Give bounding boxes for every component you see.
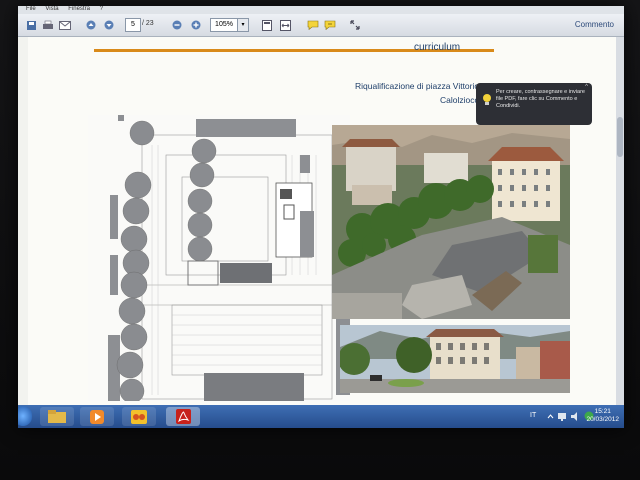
zoom-in-icon[interactable]	[189, 18, 203, 32]
volume-icon[interactable]	[571, 412, 581, 421]
menu-help[interactable]: ?	[100, 6, 103, 12]
menu-file[interactable]: File	[26, 6, 36, 12]
system-clock[interactable]: 15:21 20/03/2012	[586, 408, 619, 424]
acrobat-reader-taskbar-icon[interactable]	[166, 407, 200, 426]
aerial-photo	[332, 125, 570, 319]
site-plan-drawing	[88, 115, 350, 401]
lightbulb-icon	[483, 94, 491, 105]
page-down-icon[interactable]	[102, 18, 116, 32]
zoom-out-icon[interactable]	[170, 18, 184, 32]
start-button-icon[interactable]	[18, 406, 32, 426]
network-icon[interactable]	[558, 412, 568, 421]
menu-bar: File Vista Finestra ?	[18, 6, 624, 14]
share-tooltip[interactable]: ^ Per creare, contrassegnare e inviare f…	[476, 83, 592, 125]
menu-vista[interactable]: Vista	[45, 6, 58, 12]
comment-icon[interactable]	[306, 18, 320, 32]
page-up-icon[interactable]	[84, 18, 98, 32]
media-player-taskbar-icon[interactable]	[80, 407, 114, 426]
projected-screen: File Vista Finestra ? 5 / 23 105% ▾ Comm…	[18, 6, 624, 428]
clock-date: 20/03/2012	[586, 416, 619, 423]
street-photo	[340, 325, 570, 393]
scrollbar-thumb[interactable]	[617, 117, 623, 157]
section-label: curriculum	[414, 42, 461, 53]
tooltip-text: Per creare, contrassegnare e inviare fil…	[496, 89, 585, 109]
tray-arrow-icon[interactable]	[546, 412, 555, 421]
page-total: / 23	[142, 20, 154, 27]
pdf-toolbar: 5 / 23 105% ▾ Commento	[18, 14, 624, 37]
fit-page-icon[interactable]	[260, 18, 274, 32]
explorer-taskbar-icon[interactable]	[40, 407, 74, 426]
comment-panel-link[interactable]: Commento	[575, 20, 614, 29]
zoom-dropdown[interactable]: ▾	[237, 18, 249, 32]
messenger-taskbar-icon[interactable]	[122, 407, 156, 426]
language-indicator[interactable]: IT	[530, 412, 536, 419]
fit-width-icon[interactable]	[278, 18, 292, 32]
expand-icon[interactable]	[348, 18, 362, 32]
pdf-page: curriculum Riqualificazione di piazza Vi…	[28, 37, 618, 407]
sign-icon[interactable]	[323, 18, 337, 32]
menu-finestra[interactable]: Finestra	[68, 6, 90, 12]
vertical-scrollbar[interactable]	[616, 37, 624, 407]
page-number-input[interactable]: 5	[125, 18, 141, 32]
clock-time: 15:21	[594, 408, 611, 415]
save-icon[interactable]	[24, 18, 38, 32]
email-icon[interactable]	[58, 18, 72, 32]
zoom-level-field[interactable]: 105%	[210, 18, 238, 32]
print-icon[interactable]	[41, 18, 55, 32]
windows-taskbar: IT 15:21 20/03/2012	[18, 405, 624, 428]
